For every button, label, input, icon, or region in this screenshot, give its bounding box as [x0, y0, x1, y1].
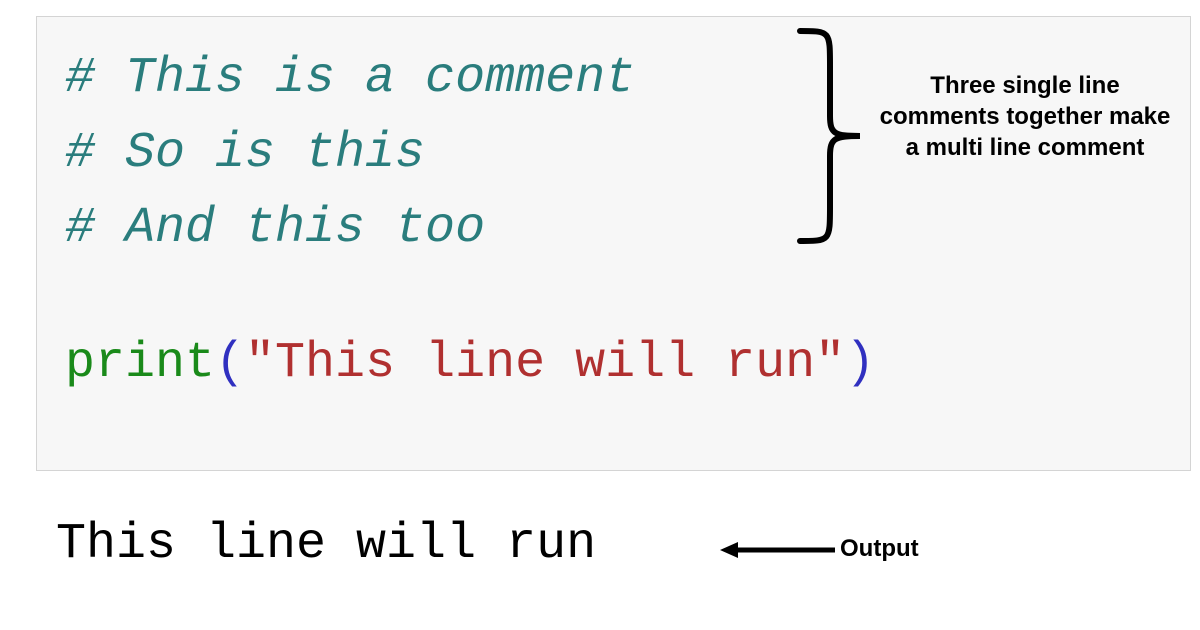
program-output-text: This line will run — [56, 516, 596, 573]
arrow-left-icon — [720, 540, 840, 560]
open-paren-token: ( — [215, 335, 245, 392]
string-literal-token: "This line will run" — [245, 335, 845, 392]
output-annotation-label: Output — [840, 535, 919, 563]
code-print-line: print("This line will run") — [65, 326, 1166, 401]
curly-brace-icon — [790, 26, 870, 246]
blank-line — [65, 266, 1166, 326]
close-paren-token: ) — [845, 335, 875, 392]
code-comment-line-3: # And this too — [65, 191, 1166, 266]
print-function-token: print — [65, 335, 215, 392]
brace-annotation-label: Three single line comments together make… — [870, 70, 1180, 164]
